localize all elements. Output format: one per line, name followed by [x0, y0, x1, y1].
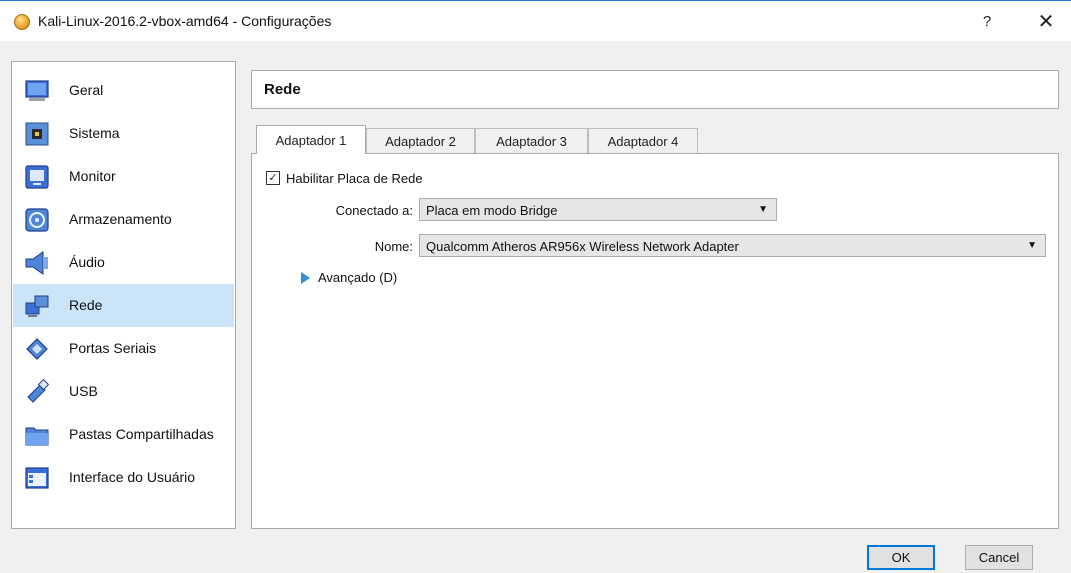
adapter-name-label: Nome: — [374, 239, 413, 254]
enable-adapter-row[interactable]: ✓ Habilitar Placa de Rede — [266, 168, 423, 188]
attached-to-select[interactable]: Placa em modo Bridge ▼ — [419, 198, 777, 221]
enable-adapter-label[interactable]: Habilitar Placa de Rede — [286, 171, 423, 186]
sidebar-item-label: Pastas Compartilhadas — [69, 426, 214, 442]
attached-to-value: Placa em modo Bridge — [426, 203, 558, 218]
sidebar-item-label: Geral — [69, 82, 104, 98]
page-header: Rede — [251, 70, 1059, 109]
virtualbox-app-icon — [14, 14, 30, 30]
page-title: Rede — [264, 81, 301, 98]
sidebar-item-interface-do-usuario[interactable]: Interface do Usuário — [13, 456, 234, 499]
attached-to-label: Conectado a: — [335, 203, 413, 218]
ok-button[interactable]: OK — [867, 545, 935, 570]
sidebar-item-rede[interactable]: Rede — [13, 284, 234, 327]
disk-icon — [25, 208, 49, 232]
adapter-name-select[interactable]: Qualcomm Atheros AR956x Wireless Network… — [419, 234, 1046, 257]
sidebar-item-label: Portas Seriais — [69, 340, 157, 356]
network-icon — [25, 295, 49, 317]
sidebar-item-label: USB — [69, 383, 98, 399]
tab-adaptador-1[interactable]: Adaptador 1 — [256, 125, 366, 154]
folder-icon — [25, 427, 49, 446]
advanced-expander[interactable]: Avançado (D) — [301, 270, 397, 285]
help-button[interactable]: ? — [972, 6, 1002, 36]
sidebar-item-label: Sistema — [69, 125, 120, 141]
sidebar-item-usb[interactable]: USB — [13, 370, 234, 413]
title-bar: Kali-Linux-2016.2-vbox-amd64 - Configura… — [0, 1, 1071, 41]
sidebar-item-monitor[interactable]: Monitor — [13, 155, 234, 198]
speaker-icon — [25, 251, 48, 275]
sidebar-item-pastas-compartilhadas[interactable]: Pastas Compartilhadas — [13, 413, 234, 456]
adapter-name-value: Qualcomm Atheros AR956x Wireless Network… — [426, 239, 739, 254]
sidebar-item-armazenamento[interactable]: Armazenamento — [13, 198, 234, 241]
advanced-label[interactable]: Avançado (D) — [318, 270, 397, 285]
chevron-down-icon: ▼ — [758, 204, 768, 215]
sidebar-item-sistema[interactable]: Sistema — [13, 112, 234, 155]
monitor-screen-icon — [25, 80, 49, 101]
sidebar-item-label: Monitor — [69, 168, 116, 184]
sidebar-item-geral[interactable]: Geral — [13, 69, 234, 112]
sidebar-item-label: Interface do Usuário — [69, 469, 196, 485]
close-button[interactable]: ✕ — [1031, 6, 1061, 36]
settings-category-list: Geral Sistema Monitor Armazenamento Áudi… — [11, 61, 236, 529]
cancel-button[interactable]: Cancel — [965, 545, 1033, 570]
serial-port-icon — [26, 338, 48, 360]
tab-adaptador-3[interactable]: Adaptador 3 — [475, 128, 588, 153]
sidebar-item-audio[interactable]: Áudio — [13, 241, 234, 284]
sidebar-item-label: Rede — [69, 297, 103, 313]
expand-triangle-icon — [301, 271, 310, 284]
sidebar-item-portas-seriais[interactable]: Portas Seriais — [13, 327, 234, 370]
chevron-down-icon: ▼ — [1027, 240, 1037, 251]
user-interface-icon — [25, 467, 49, 489]
sidebar-item-label: Armazenamento — [69, 211, 172, 227]
display-icon — [25, 165, 49, 189]
enable-adapter-checkbox[interactable]: ✓ — [266, 171, 280, 185]
tab-adaptador-2[interactable]: Adaptador 2 — [366, 128, 475, 153]
chip-icon — [25, 122, 49, 146]
window-title: Kali-Linux-2016.2-vbox-amd64 - Configura… — [38, 13, 332, 29]
sidebar-item-label: Áudio — [69, 254, 105, 270]
tab-adaptador-4[interactable]: Adaptador 4 — [588, 128, 698, 153]
usb-icon — [27, 378, 50, 403]
